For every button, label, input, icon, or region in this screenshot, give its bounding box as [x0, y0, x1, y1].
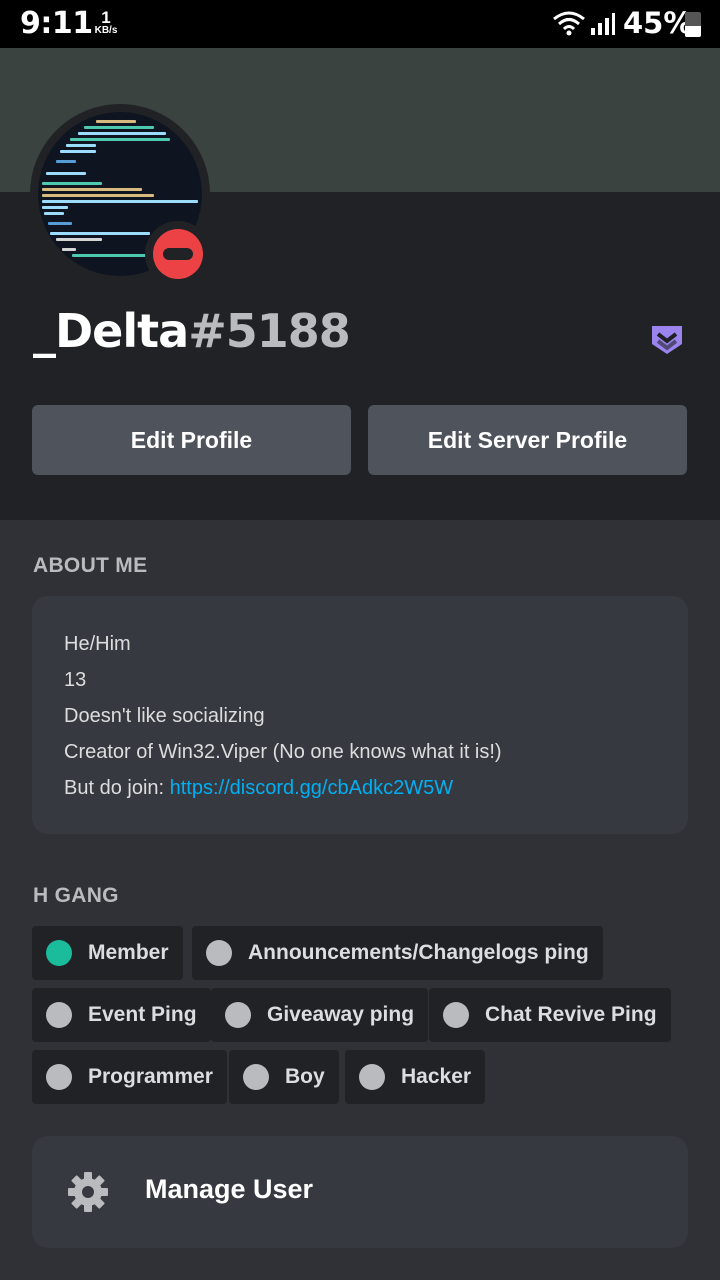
edit-profile-button[interactable]: Edit Profile	[32, 405, 351, 475]
username: _Delta#5188	[33, 304, 351, 358]
role-name: Boy	[285, 1065, 325, 1088]
clock: 9:11	[20, 6, 93, 41]
role-name: Event Ping	[88, 1003, 197, 1026]
role-color-dot	[46, 1064, 72, 1090]
username-name: _Delta	[33, 304, 189, 358]
do-not-disturb-status-icon	[153, 229, 203, 279]
gear-icon	[68, 1172, 108, 1212]
about-me-heading: ABOUT ME	[33, 554, 148, 577]
manage-user-button[interactable]: Manage User	[32, 1136, 688, 1248]
role-chip[interactable]: Event Ping	[32, 988, 211, 1042]
manage-user-label: Manage User	[145, 1174, 314, 1204]
about-line: Doesn't like socializing	[64, 705, 265, 727]
role-color-dot	[243, 1064, 269, 1090]
role-name: Hacker	[401, 1065, 472, 1088]
about-line: He/Him	[64, 633, 131, 655]
role-color-dot	[206, 940, 232, 966]
role-chip[interactable]: Programmer	[32, 1050, 227, 1104]
role-chip[interactable]: Hacker	[345, 1050, 486, 1104]
signal-icon	[591, 13, 615, 35]
role-name: Chat Revive Ping	[485, 1003, 657, 1026]
server-roles-heading: H GANG	[33, 884, 119, 907]
role-name: Announcements/Changelogs ping	[248, 941, 589, 964]
role-name: Member	[88, 941, 169, 964]
role-name: Giveaway ping	[267, 1003, 415, 1026]
role-chip[interactable]: Chat Revive Ping	[429, 988, 671, 1042]
role-color-dot	[46, 940, 72, 966]
about-join-line: But do join: https://discord.gg/cbAdkc2W…	[64, 770, 656, 806]
about-line: Creator of Win32.Viper (No one knows wha…	[64, 741, 502, 763]
role-chip[interactable]: Boy	[229, 1050, 339, 1104]
role-chip[interactable]: Giveaway ping	[211, 988, 429, 1042]
nitro-guild-badge-icon[interactable]	[650, 322, 684, 356]
invite-link[interactable]: https://discord.gg/cbAdkc2W5W	[170, 777, 453, 799]
role-chip[interactable]: Announcements/Changelogs ping	[192, 926, 603, 980]
edit-server-profile-button[interactable]: Edit Server Profile	[368, 405, 687, 475]
status-bar: 9:11 1 KB/s 45%	[0, 0, 720, 48]
wifi-icon	[553, 11, 585, 36]
battery-level	[685, 25, 701, 37]
about-me-card: He/Him 13 Doesn't like socializing Creat…	[32, 596, 688, 834]
discriminator: #5188	[188, 304, 351, 358]
battery-icon	[685, 12, 701, 37]
role-color-dot	[359, 1064, 385, 1090]
about-line: 13	[64, 669, 87, 691]
join-prefix: But do join:	[64, 777, 170, 799]
role-color-dot	[46, 1002, 72, 1028]
role-name: Programmer	[88, 1065, 213, 1088]
role-color-dot	[225, 1002, 251, 1028]
network-speed: 1 KB/s	[94, 8, 118, 36]
role-color-dot	[443, 1002, 469, 1028]
battery-percent: 45%	[623, 6, 693, 40]
role-chip[interactable]: Member	[32, 926, 183, 980]
